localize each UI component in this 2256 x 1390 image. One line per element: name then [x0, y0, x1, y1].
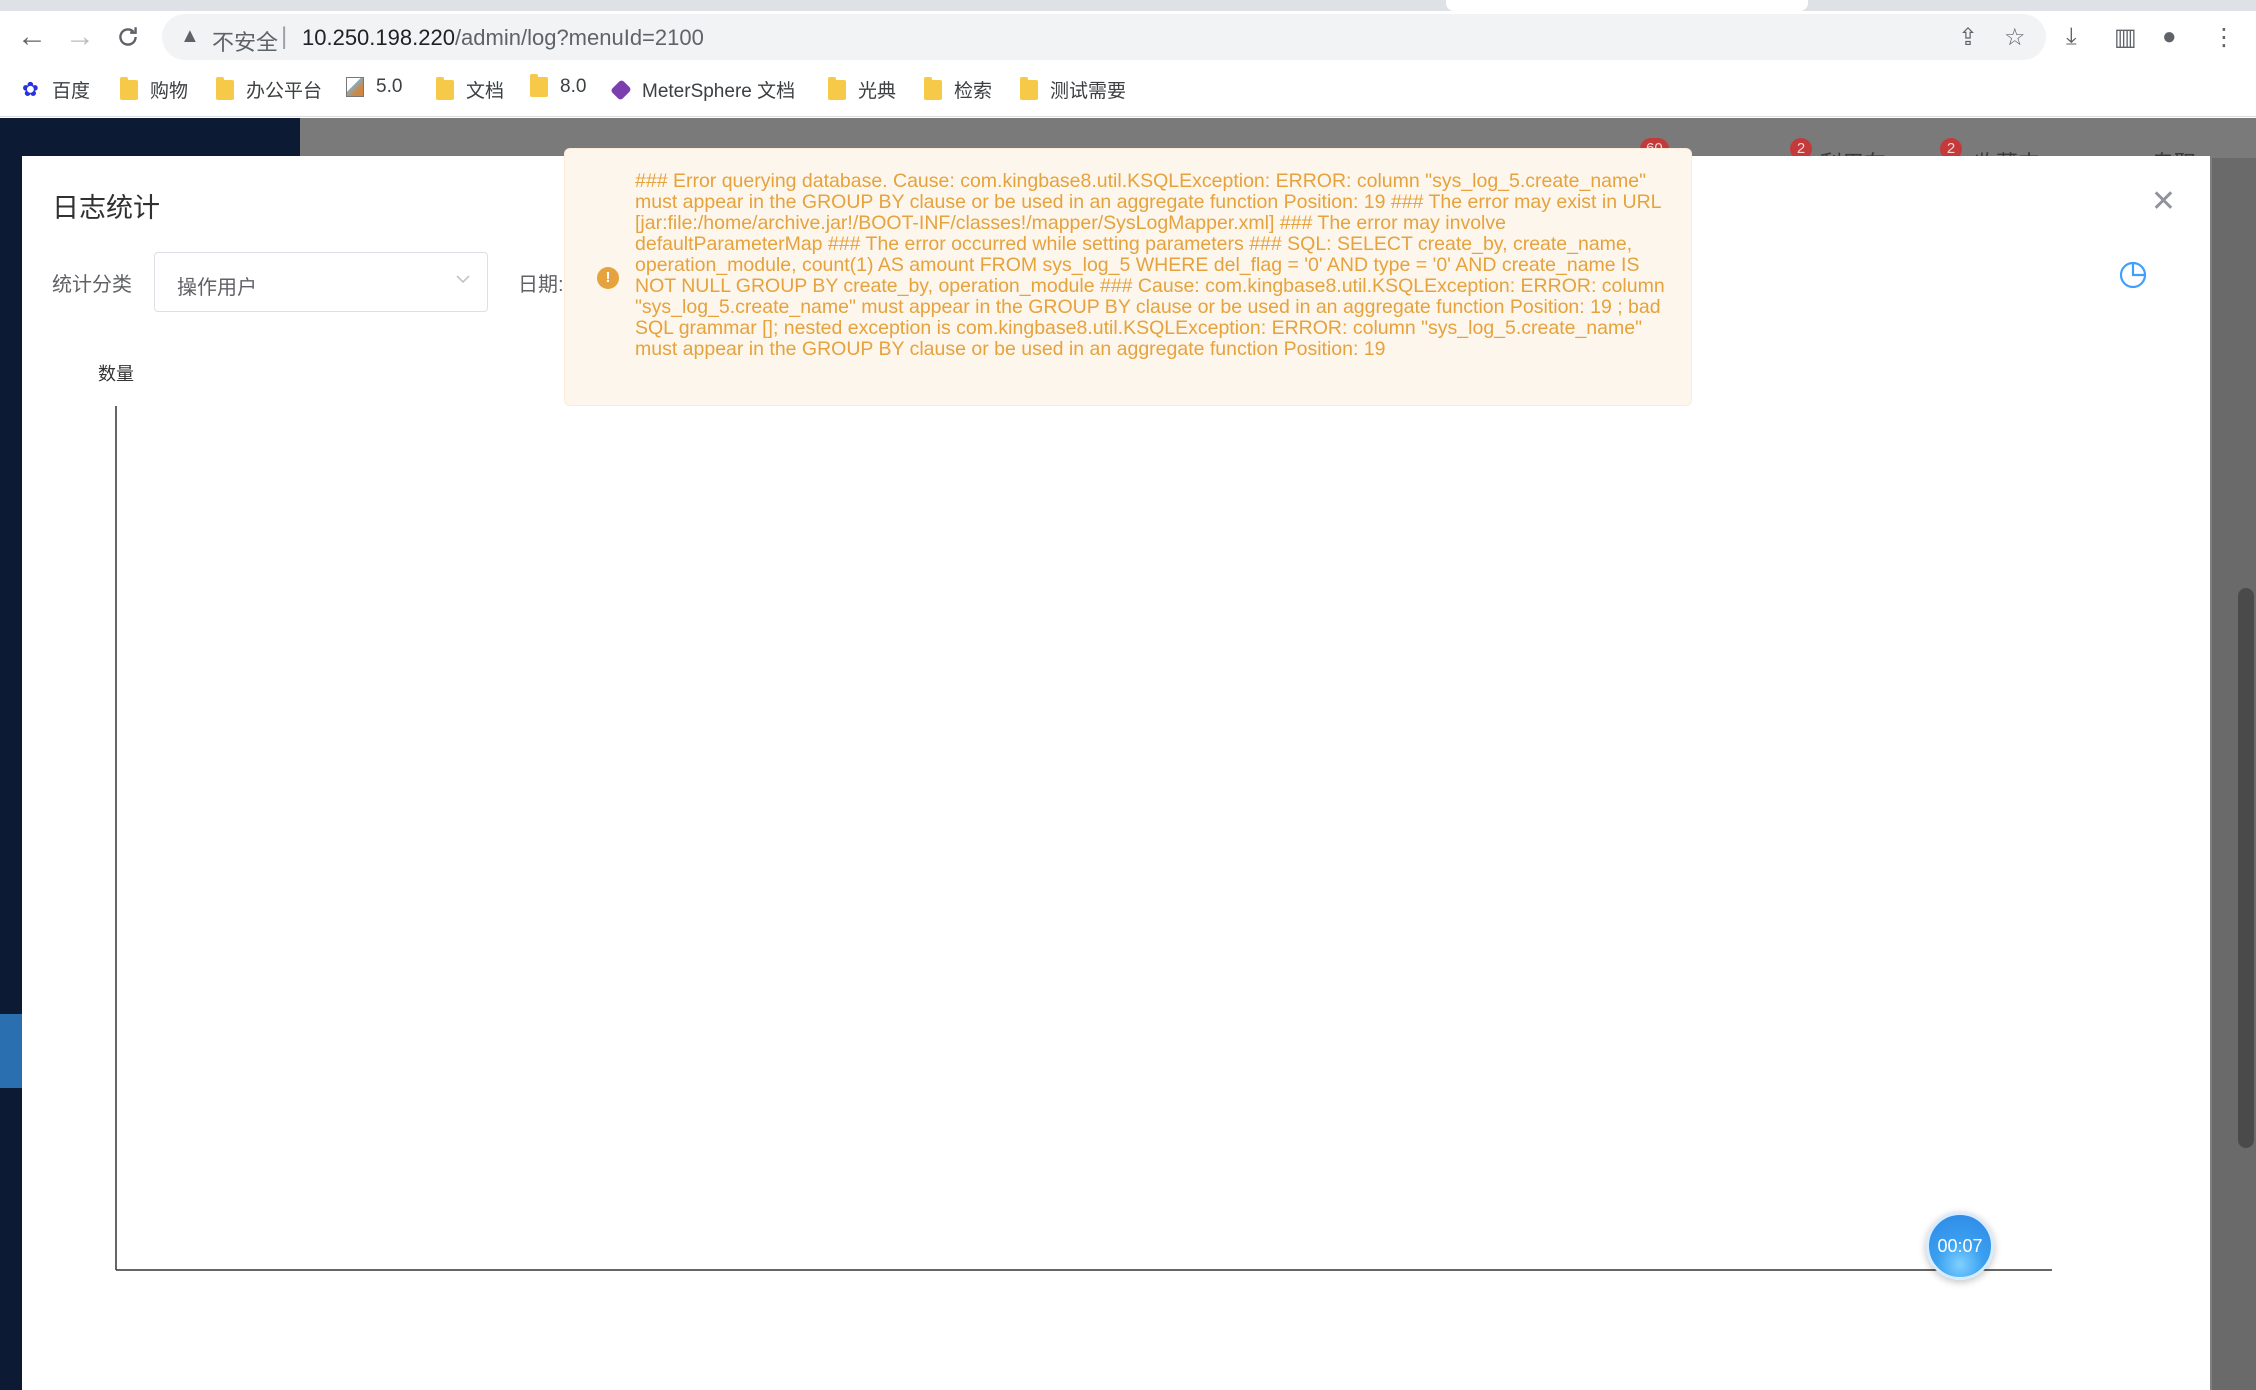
folder-icon: [924, 76, 942, 100]
not-secure-warning-icon[interactable]: ▲: [180, 25, 200, 48]
bookmark-star-icon[interactable]: ☆: [2004, 23, 2026, 52]
warning-icon: !: [597, 267, 619, 289]
active-tab[interactable]: [1446, 0, 1808, 11]
baidu-icon: ✿: [22, 78, 39, 101]
bookmark-folder-search[interactable]: 检索: [924, 76, 992, 103]
folder-icon: [530, 74, 548, 97]
bookmark-folder-test-needs[interactable]: 测试需要: [1020, 76, 1126, 103]
folder-icon: [120, 76, 138, 100]
side-panel-icon[interactable]: ▥: [2114, 23, 2137, 52]
bookmark-metersphere[interactable]: MeterSphere 文档: [610, 76, 795, 103]
bookmark-folder-docs[interactable]: 文档: [436, 76, 504, 103]
security-label[interactable]: 不安全: [212, 25, 278, 57]
profile-avatar-icon[interactable]: ●: [2162, 23, 2177, 51]
folder-icon: [436, 76, 454, 100]
back-icon[interactable]: ←: [10, 15, 54, 59]
folder-icon: [1020, 76, 1038, 100]
bookmarks-bar: ✿ 百度 购物 办公平台 5.0 文档 8.0 MeterSphere 文档 光…: [0, 63, 2256, 117]
timer-value: 00:07: [1937, 1236, 1983, 1256]
url-text[interactable]: 10.250.198.220/admin/log?menuId=2100: [302, 25, 704, 51]
menu-kebab-icon[interactable]: ⋮: [2212, 23, 2236, 52]
error-message: ! ### Error querying database. Cause: co…: [564, 148, 1692, 406]
separator: |: [281, 23, 288, 50]
address-bar[interactable]: ▲ 不安全 | 10.250.198.220/admin/log?menuId=…: [162, 14, 2046, 60]
bookmark-folder-shopping[interactable]: 购物: [120, 76, 188, 103]
scrollbar-thumb[interactable]: [2238, 588, 2254, 1148]
download-icon[interactable]: ⤓: [2066, 23, 2077, 51]
folder-icon: [216, 76, 234, 100]
sidebar-active-item[interactable]: [0, 1014, 22, 1088]
image-icon: [346, 77, 364, 97]
reload-icon[interactable]: [106, 15, 150, 59]
folder-icon: [828, 76, 846, 100]
bookmark-folder-guangdian[interactable]: 光典: [828, 76, 896, 103]
metersphere-icon: [610, 78, 632, 101]
tab-strip: [0, 0, 2256, 11]
bookmark-folder-office[interactable]: 办公平台: [216, 76, 322, 103]
bookmark-baidu[interactable]: ✿ 百度: [22, 76, 90, 103]
browser-toolbar: ← → ▲ 不安全 | 10.250.198.220/admin/log?men…: [0, 11, 2256, 63]
share-icon[interactable]: ⇪: [1958, 23, 1978, 52]
floating-timer-button[interactable]: 00:07: [1926, 1212, 1994, 1280]
app-scrollbar[interactable]: [2212, 158, 2256, 1390]
error-message-text: ### Error querying database. Cause: com.…: [635, 170, 1665, 360]
bookmark-5-0[interactable]: 5.0: [346, 76, 402, 98]
forward-icon[interactable]: →: [58, 15, 102, 59]
bookmark-folder-8-0[interactable]: 8.0: [530, 74, 586, 98]
